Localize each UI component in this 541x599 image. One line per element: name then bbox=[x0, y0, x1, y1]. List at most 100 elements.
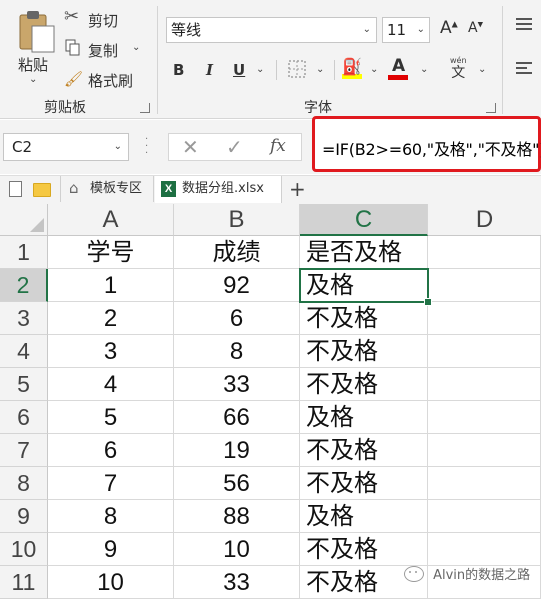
cell-b10[interactable]: 10 bbox=[174, 533, 300, 566]
cell-c4[interactable]: 不及格 bbox=[300, 335, 428, 368]
wechat-icon bbox=[404, 565, 424, 582]
cell-c8[interactable]: 不及格 bbox=[300, 467, 428, 500]
cell-d3[interactable] bbox=[428, 302, 541, 335]
cell-d2[interactable] bbox=[428, 269, 541, 302]
phonetic-button[interactable]: wén 文 bbox=[450, 56, 467, 82]
cell-c9[interactable]: 及格 bbox=[300, 500, 428, 533]
cell-a9[interactable]: 8 bbox=[48, 500, 174, 533]
fill-handle[interactable] bbox=[424, 298, 432, 306]
align-top-icon[interactable] bbox=[516, 18, 532, 30]
font-name-select[interactable]: 等线 ⌄ bbox=[166, 17, 377, 43]
column-header-d[interactable]: D bbox=[428, 204, 541, 236]
row-header[interactable]: 2 bbox=[0, 269, 48, 302]
font-size-select[interactable]: 11 ⌄ bbox=[382, 17, 430, 43]
row-header[interactable]: 7 bbox=[0, 434, 48, 467]
border-button[interactable] bbox=[288, 60, 306, 82]
row-header[interactable]: 3 bbox=[0, 302, 48, 335]
copy-dropdown-icon[interactable]: ⌄ bbox=[132, 42, 140, 53]
column-header-b[interactable]: B bbox=[174, 204, 300, 236]
cell-c5[interactable]: 不及格 bbox=[300, 368, 428, 401]
cell-a1[interactable]: 学号 bbox=[48, 236, 174, 269]
new-tab-button[interactable]: + bbox=[289, 176, 306, 202]
formula-input[interactable]: =IF(B2>=60,"及格","不及格") bbox=[322, 136, 541, 160]
cell-d8[interactable] bbox=[428, 467, 541, 500]
tab-data-grouping[interactable]: X 数据分组.xlsx bbox=[155, 176, 282, 203]
chevron-down-icon: ⌄ bbox=[416, 24, 425, 35]
cell-a4[interactable]: 3 bbox=[48, 335, 174, 368]
cell-a10[interactable]: 9 bbox=[48, 533, 174, 566]
cell-c1[interactable]: 是否及格 bbox=[300, 236, 428, 269]
row-header[interactable]: 9 bbox=[0, 500, 48, 533]
name-box[interactable]: C2 ⌄ bbox=[3, 133, 129, 161]
row-header[interactable]: 6 bbox=[0, 401, 48, 434]
excel-icon: X bbox=[161, 181, 176, 197]
cell-a3[interactable]: 2 bbox=[48, 302, 174, 335]
cell-c3[interactable]: 不及格 bbox=[300, 302, 428, 335]
cell-a5[interactable]: 4 bbox=[48, 368, 174, 401]
folder-icon[interactable] bbox=[33, 183, 51, 197]
row-header[interactable]: 5 bbox=[0, 368, 48, 401]
cell-b5[interactable]: 33 bbox=[174, 368, 300, 401]
cell-b8[interactable]: 56 bbox=[174, 467, 300, 500]
row-header[interactable]: 10 bbox=[0, 533, 48, 566]
tab-template-zone[interactable]: ⌂ 模板专区 bbox=[60, 176, 154, 202]
row-header[interactable]: 1 bbox=[0, 236, 48, 269]
home-icon: ⌂ bbox=[69, 179, 79, 197]
cell-c2[interactable]: 及格 bbox=[300, 269, 428, 302]
cell-d9[interactable] bbox=[428, 500, 541, 533]
row-header[interactable]: 11 bbox=[0, 566, 48, 599]
row-header[interactable]: 4 bbox=[0, 335, 48, 368]
cancel-icon[interactable]: ✕ bbox=[182, 135, 199, 159]
enter-icon[interactable]: ✓ bbox=[226, 135, 243, 159]
cell-d10[interactable] bbox=[428, 533, 541, 566]
document-icon[interactable] bbox=[9, 181, 22, 197]
cell-b2[interactable]: 92 bbox=[174, 269, 300, 302]
fill-color-dropdown-icon[interactable]: ⌄ bbox=[370, 64, 378, 75]
cell-d5[interactable] bbox=[428, 368, 541, 401]
cell-a11[interactable]: 10 bbox=[48, 566, 174, 599]
paste-button[interactable]: 粘贴 ⌄ bbox=[10, 8, 56, 88]
cell-b7[interactable]: 19 bbox=[174, 434, 300, 467]
formula-bar-dots-icon[interactable]: · · · bbox=[145, 135, 149, 159]
cell-c6[interactable]: 及格 bbox=[300, 401, 428, 434]
column-header-a[interactable]: A bbox=[48, 204, 174, 236]
underline-button[interactable]: U bbox=[233, 61, 245, 79]
cell-d7[interactable] bbox=[428, 434, 541, 467]
font-color-button[interactable]: A bbox=[388, 57, 408, 80]
select-all-corner[interactable] bbox=[0, 204, 48, 236]
italic-button[interactable]: I bbox=[206, 61, 213, 79]
phonetic-icon: 文 bbox=[451, 65, 466, 81]
cell-c10[interactable]: 不及格 bbox=[300, 533, 428, 566]
underline-dropdown-icon[interactable]: ⌄ bbox=[256, 64, 264, 75]
insert-function-button[interactable]: fx bbox=[270, 136, 286, 156]
bold-button[interactable]: B bbox=[173, 61, 184, 79]
group-divider bbox=[157, 6, 158, 114]
cell-a7[interactable]: 6 bbox=[48, 434, 174, 467]
cell-d1[interactable] bbox=[428, 236, 541, 269]
row-header[interactable]: 8 bbox=[0, 467, 48, 500]
cell-a2[interactable]: 1 bbox=[48, 269, 174, 302]
border-dropdown-icon[interactable]: ⌄ bbox=[316, 64, 324, 75]
cell-b9[interactable]: 88 bbox=[174, 500, 300, 533]
increase-font-icon: A bbox=[440, 18, 452, 38]
decrease-font-button[interactable]: A▼ bbox=[468, 20, 483, 36]
cell-d6[interactable] bbox=[428, 401, 541, 434]
phonetic-dropdown-icon[interactable]: ⌄ bbox=[478, 64, 486, 75]
align-left-icon[interactable] bbox=[516, 62, 532, 74]
cell-d4[interactable] bbox=[428, 335, 541, 368]
cell-a6[interactable]: 5 bbox=[48, 401, 174, 434]
cell-b11[interactable]: 33 bbox=[174, 566, 300, 599]
font-color-dropdown-icon[interactable]: ⌄ bbox=[420, 64, 428, 75]
cell-a8[interactable]: 7 bbox=[48, 467, 174, 500]
increase-font-button[interactable]: A▲ bbox=[440, 18, 458, 38]
cell-b1[interactable]: 成绩 bbox=[174, 236, 300, 269]
clipboard-launcher-icon[interactable] bbox=[140, 103, 150, 113]
font-launcher-icon[interactable] bbox=[486, 103, 496, 113]
column-header-c[interactable]: C bbox=[300, 204, 428, 236]
cell-b3[interactable]: 6 bbox=[174, 302, 300, 335]
fill-color-button[interactable]: ⛽ bbox=[342, 57, 362, 79]
cell-c7[interactable]: 不及格 bbox=[300, 434, 428, 467]
cell-b4[interactable]: 8 bbox=[174, 335, 300, 368]
cell-b6[interactable]: 66 bbox=[174, 401, 300, 434]
watermark-text: Alvin的数据之路 bbox=[433, 568, 531, 583]
